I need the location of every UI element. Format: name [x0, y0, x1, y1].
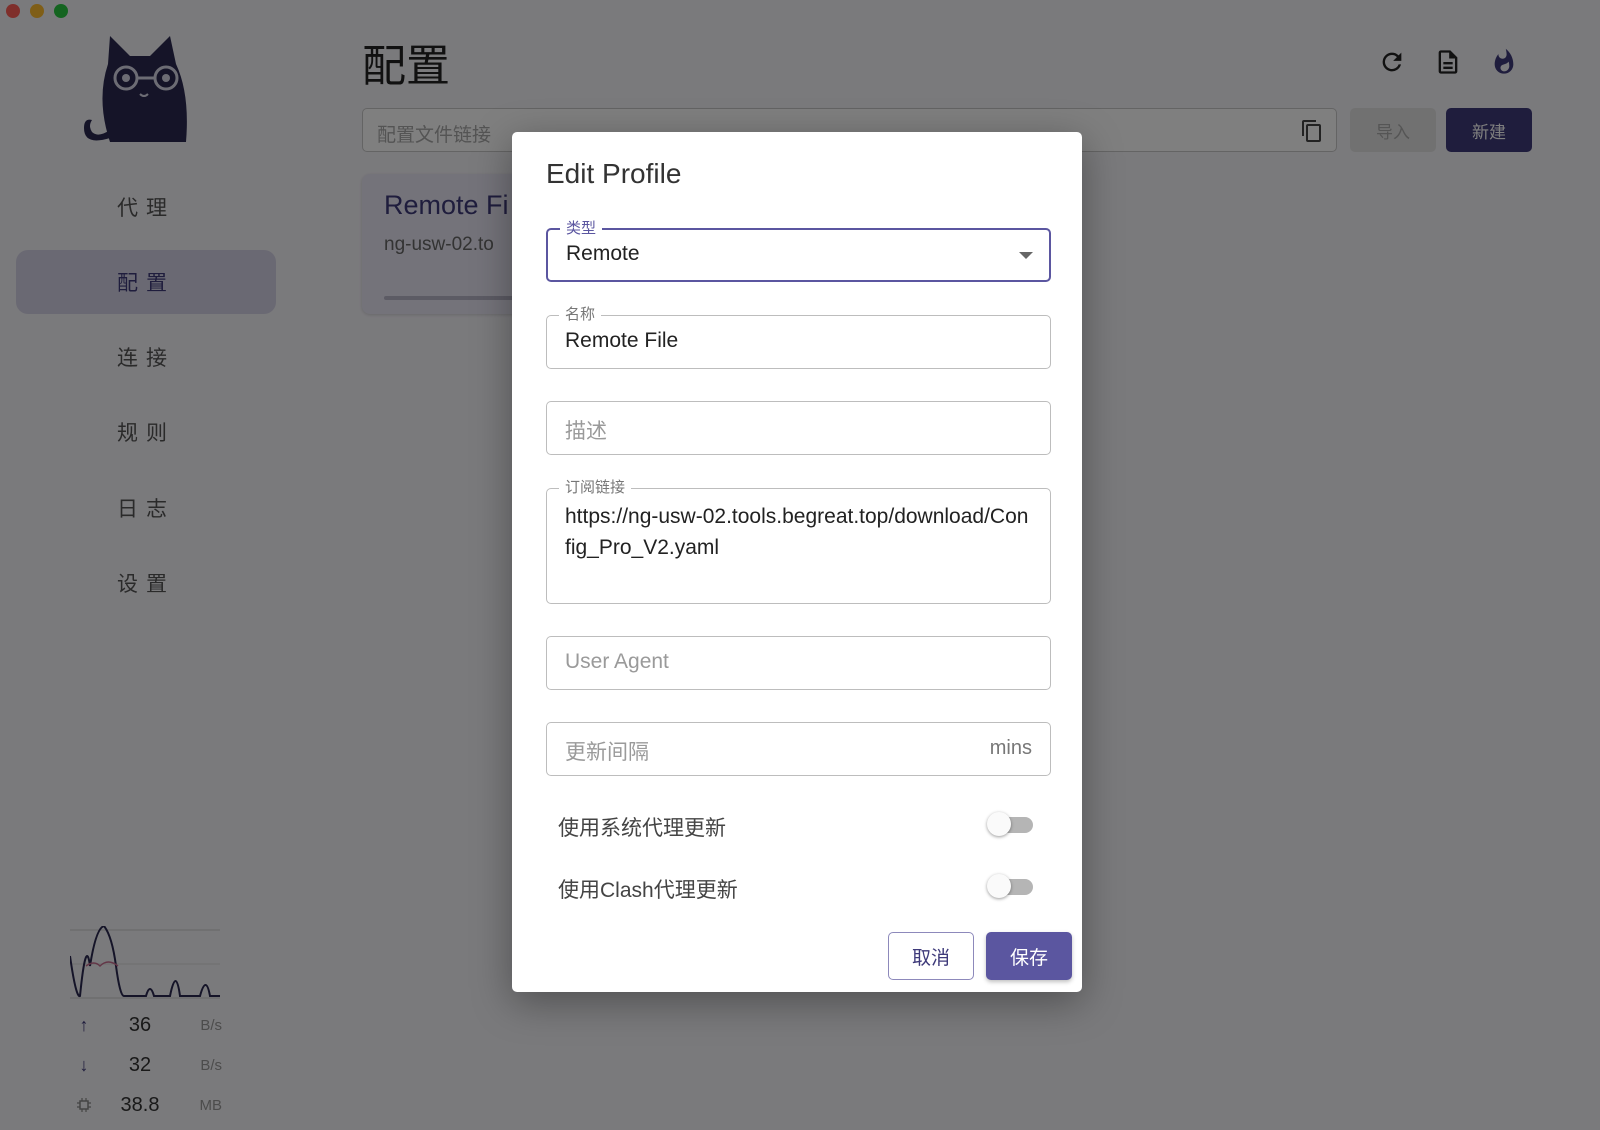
name-field[interactable]: 名称 Remote File	[546, 306, 1051, 369]
cancel-button[interactable]: 取消	[888, 932, 974, 980]
user-agent-field[interactable]: User Agent	[546, 636, 1051, 690]
dialog-title: Edit Profile	[546, 158, 682, 189]
subscription-url-value: https://ng-usw-02.tools.begreat.top/down…	[565, 505, 1029, 559]
system-proxy-row: 使用系统代理更新	[546, 804, 1051, 844]
subscription-url-field[interactable]: 订阅链接 https://ng-usw-02.tools.begreat.top…	[546, 479, 1051, 604]
type-value: Remote	[566, 242, 640, 265]
user-agent-placeholder: User Agent	[565, 650, 669, 673]
update-interval-field[interactable]: 更新间隔 mins	[546, 722, 1051, 776]
edit-profile-dialog: Edit Profile 类型 Remote 名称 Remote File 描述…	[512, 132, 1082, 992]
system-proxy-label: 使用系统代理更新	[558, 817, 726, 840]
system-proxy-toggle[interactable]	[987, 812, 1035, 836]
name-value: Remote File	[565, 329, 679, 352]
clash-proxy-toggle[interactable]	[987, 874, 1035, 898]
save-button[interactable]: 保存	[986, 932, 1072, 980]
subscription-url-label: 订阅链接	[559, 479, 632, 497]
clash-proxy-row: 使用Clash代理更新	[546, 866, 1051, 906]
description-placeholder: 描述	[565, 420, 607, 443]
update-interval-unit: mins	[989, 737, 1032, 759]
update-interval-placeholder: 更新间隔	[565, 741, 649, 764]
name-label: 名称	[559, 306, 602, 324]
type-select[interactable]: 类型 Remote	[546, 220, 1051, 282]
toggle-thumb	[987, 874, 1011, 898]
dropdown-arrow-icon	[1019, 252, 1033, 259]
clash-proxy-label: 使用Clash代理更新	[558, 879, 738, 902]
type-label: 类型	[560, 220, 603, 238]
description-field[interactable]: 描述	[546, 401, 1051, 455]
toggle-thumb	[987, 812, 1011, 836]
